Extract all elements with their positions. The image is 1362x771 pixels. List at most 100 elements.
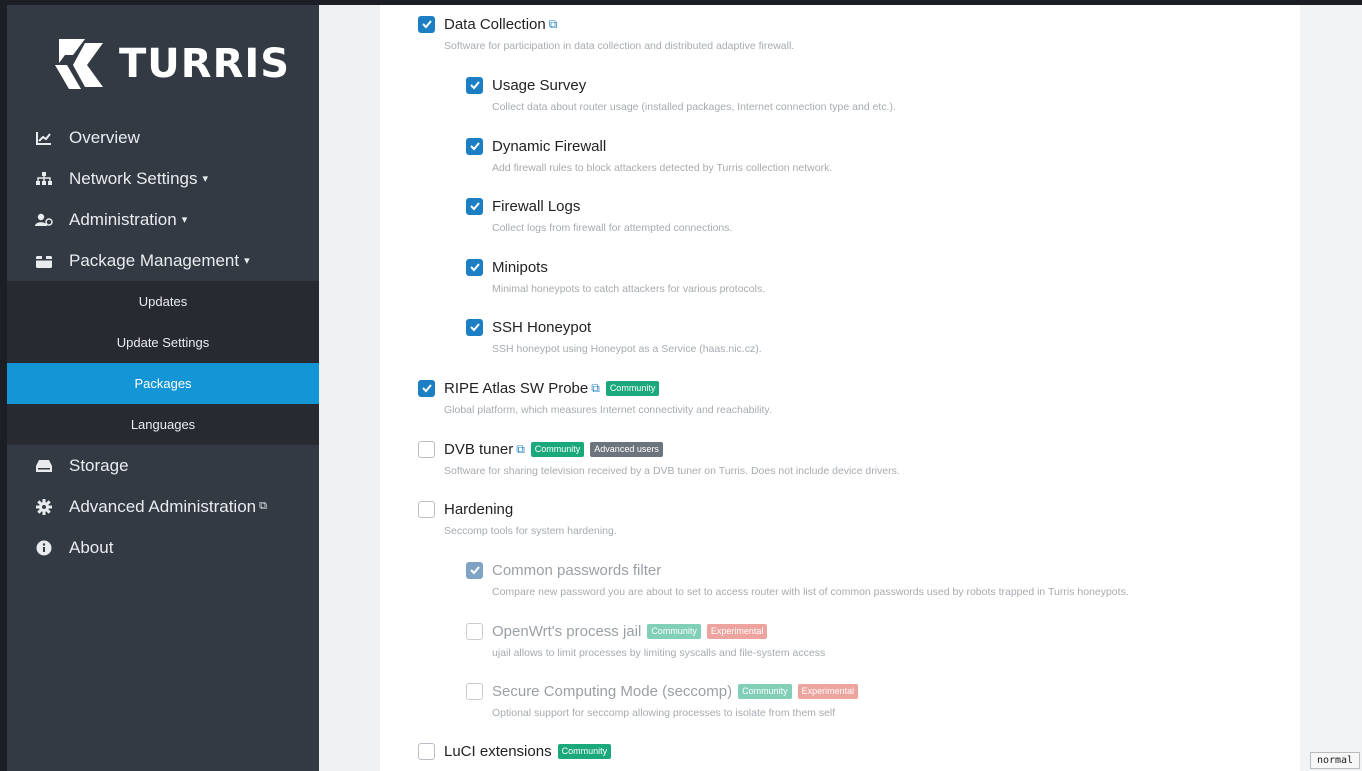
sidebar-item-label: Administration	[69, 209, 177, 229]
checkbox-ssh-honeypot[interactable]	[466, 318, 483, 336]
package-description: Global platform, which measures Internet…	[444, 404, 772, 416]
sidebar-item-administration[interactable]: Administration ▾	[7, 199, 319, 240]
package-title: DVB tuner	[444, 440, 514, 458]
checkbox-ripe-atlas[interactable]	[418, 379, 435, 397]
package-openwrt-process-jail: OpenWrt's process jail Community Experim…	[466, 621, 825, 659]
sidebar-item-advanced-administration[interactable]: Advanced Administration ⧉	[7, 486, 319, 527]
package-description: SSH honeypot using Honeypot as a Service…	[492, 343, 762, 355]
checkbox-common-passwords-filter[interactable]	[466, 561, 483, 579]
status-indicator: normal	[1310, 752, 1360, 769]
gear-icon	[35, 498, 53, 516]
experimental-badge: Experimental	[706, 623, 768, 639]
sidebar-item-package-management[interactable]: Package Management ▾	[7, 240, 319, 281]
package-seccomp: Secure Computing Mode (seccomp) Communit…	[466, 681, 859, 719]
check-icon	[469, 202, 480, 211]
community-badge: Community	[647, 623, 701, 639]
community-badge: Community	[530, 441, 585, 457]
package-title: Hardening	[444, 500, 514, 518]
package-title: LuCI extensions	[444, 742, 552, 760]
check-icon	[469, 566, 480, 575]
submenu-item-languages[interactable]: Languages	[7, 404, 319, 445]
checkbox-openwrt-process-jail[interactable]	[466, 622, 483, 640]
sidebar-nav: Overview Network Settings ▾ Administrati…	[7, 117, 319, 568]
check-icon	[469, 263, 480, 272]
community-badge: Community	[557, 743, 612, 759]
caret-down-icon: ▾	[244, 255, 250, 267]
package-dvb-tuner: DVB tuner ⧉ Community Advanced users Sof…	[418, 439, 900, 477]
sidebar-item-storage[interactable]: Storage	[7, 445, 319, 486]
package-title: Minipots	[492, 258, 548, 276]
check-icon	[421, 384, 432, 393]
package-title: Usage Survey	[492, 76, 587, 94]
checkbox-seccomp[interactable]	[466, 682, 483, 700]
package-hardening: Hardening Seccomp tools for system harde…	[418, 499, 617, 537]
sidebar-item-about[interactable]: About	[7, 527, 319, 568]
external-link-icon[interactable]: ⧉	[549, 17, 558, 32]
sidebar-item-label: Advanced Administration	[69, 496, 257, 516]
right-gutter	[1300, 5, 1362, 771]
caret-down-icon: ▾	[202, 173, 209, 185]
submenu-item-updates[interactable]: Updates	[7, 281, 319, 322]
package-title: Firewall Logs	[492, 197, 581, 215]
users-icon	[35, 211, 53, 229]
package-description: Software for participation in data colle…	[444, 40, 795, 52]
package-title: Dynamic Firewall	[492, 137, 607, 155]
sidebar-item-label: Storage	[69, 455, 129, 475]
package-description: Collect data about router usage (install…	[492, 101, 896, 113]
package-description: Compare new password you are about to se…	[492, 586, 1129, 598]
check-icon	[469, 81, 480, 90]
package-ripe-atlas: RIPE Atlas SW Probe ⧉ Community Global p…	[418, 378, 772, 416]
sidebar-item-overview[interactable]: Overview	[7, 117, 319, 158]
package-dynamic-firewall: Dynamic Firewall Add firewall rules to b…	[466, 136, 832, 174]
check-icon	[421, 20, 432, 29]
check-icon	[469, 323, 480, 332]
checkbox-dvb-tuner[interactable]	[418, 440, 435, 458]
package-description: Software for sharing television received…	[444, 465, 900, 477]
package-description: Optional support for seccomp allowing pr…	[492, 707, 836, 719]
submenu-item-update-settings[interactable]: Update Settings	[7, 322, 319, 363]
checkbox-dynamic-firewall[interactable]	[466, 137, 483, 155]
package-common-passwords-filter: Common passwords filter Compare new pass…	[466, 560, 1129, 598]
caret-down-icon: ▾	[181, 214, 188, 226]
checkbox-luci-extensions[interactable]	[418, 742, 435, 760]
package-title: RIPE Atlas SW Probe	[444, 379, 589, 397]
package-management-submenu: Updates Update Settings Packages Languag…	[7, 281, 319, 445]
chart-icon	[35, 129, 53, 147]
brand-logo[interactable]: TURRIS	[51, 33, 290, 95]
checkbox-firewall-logs[interactable]	[466, 197, 483, 215]
external-link-icon[interactable]: ⧉	[591, 381, 600, 396]
package-title: Common passwords filter	[492, 561, 662, 579]
community-badge: Community	[605, 380, 660, 396]
checkbox-minipots[interactable]	[466, 258, 483, 276]
sidebar-item-network-settings[interactable]: Network Settings ▾	[7, 158, 319, 199]
package-data-collection: Data Collection ⧉ Software for participa…	[418, 14, 794, 52]
checkbox-data-collection[interactable]	[418, 15, 435, 33]
sidebar: TURRIS Overview Network Settings ▾ Admin…	[7, 5, 319, 771]
submenu-item-packages[interactable]: Packages	[7, 363, 319, 404]
package-description: Collect logs from firewall for attempted…	[492, 222, 733, 234]
checkbox-usage-survey[interactable]	[466, 76, 483, 94]
package-title: Secure Computing Mode (seccomp)	[492, 682, 733, 700]
package-description: Minimal honeypots to catch attackers for…	[492, 283, 766, 295]
community-badge: Community	[738, 683, 792, 699]
package-usage-survey: Usage Survey Collect data about router u…	[466, 75, 896, 113]
package-description: ujail allows to limit processes by limit…	[492, 647, 826, 659]
checkbox-hardening[interactable]	[418, 500, 435, 518]
package-icon	[35, 252, 53, 270]
info-icon	[35, 539, 53, 557]
package-title: Data Collection	[444, 15, 546, 33]
network-icon	[35, 170, 53, 188]
package-title: OpenWrt's process jail	[492, 622, 642, 640]
advanced-users-badge: Advanced users	[590, 441, 663, 457]
package-firewall-logs: Firewall Logs Collect logs from firewall…	[466, 196, 732, 234]
package-description: Add firewall rules to block attackers de…	[492, 162, 833, 174]
external-link-icon[interactable]: ⧉	[516, 442, 525, 457]
package-description: Seccomp tools for system hardening.	[444, 525, 617, 537]
package-title: SSH Honeypot	[492, 318, 592, 336]
sidebar-item-label: Package Management	[69, 250, 240, 270]
package-minipots: Minipots Minimal honeypots to catch atta…	[466, 257, 765, 295]
sidebar-item-label: Overview	[69, 127, 140, 147]
package-luci-extensions: LuCI extensions Community	[418, 741, 612, 761]
external-link-icon: ⧉	[259, 500, 267, 512]
sidebar-item-label: About	[69, 537, 114, 557]
